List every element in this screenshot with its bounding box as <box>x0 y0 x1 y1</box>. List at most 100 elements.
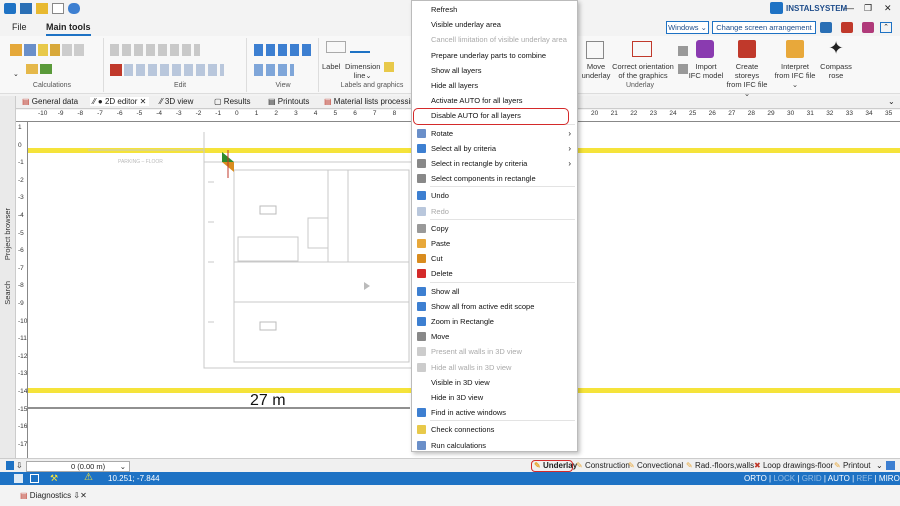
open-folder-icon[interactable] <box>36 3 48 14</box>
level-selector[interactable]: 0 (0.00 m) ⌄ <box>26 461 130 472</box>
collapse-ribbon-button[interactable]: ⌃ <box>880 22 892 33</box>
mode-lock[interactable]: LOCK <box>773 474 795 483</box>
menu-item-select-in-rectangle-by-criteria[interactable]: Select in rectangle by criteria › <box>412 156 577 171</box>
small-underlay-icon[interactable] <box>678 46 688 56</box>
menu-item-run-calculations[interactable]: Run calculations <box>412 438 577 453</box>
layer-tab-rad-floors[interactable]: ✎ Rad.-floors,walls <box>686 461 754 470</box>
import-ifc-button[interactable]: Import IFC model <box>688 62 724 80</box>
layer-tab-convectional[interactable]: ✎ Convectional <box>628 461 683 470</box>
tab-printouts[interactable]: ▤ Printouts <box>268 97 309 106</box>
label-icon[interactable] <box>326 41 346 53</box>
status-icon-2[interactable] <box>30 474 39 483</box>
menu-item-cut[interactable]: Cut <box>412 251 577 266</box>
compass-rose-button[interactable]: Compass rose <box>818 62 854 80</box>
menu-item-find-in-active-windows[interactable]: Find in active windows <box>412 405 577 420</box>
dimension-line-icon[interactable] <box>350 41 370 53</box>
move-underlay-button[interactable]: Move underlay <box>578 62 614 80</box>
tabs-overflow-icon[interactable]: ⌄ <box>888 97 895 106</box>
minimize-button[interactable]: — <box>845 3 854 13</box>
layer-tab-construction[interactable]: ✎ Construction <box>576 461 630 470</box>
menu-item-paste[interactable]: Paste <box>412 236 577 251</box>
layer-tab-printout[interactable]: ✎ Printout <box>834 461 871 470</box>
menu-item-activate-auto-for-all-layers[interactable]: Activate AUTO for all layers <box>412 93 577 108</box>
mode-miro[interactable]: MIRO <box>879 474 900 483</box>
tab-main-tools[interactable]: Main tools <box>46 22 91 36</box>
level-down-icon[interactable]: ⇩ <box>16 461 23 470</box>
level-up-icon[interactable] <box>6 461 14 470</box>
menu-item-prepare-underlay-parts-to-combine[interactable]: Prepare underlay parts to combine <box>412 48 577 63</box>
create-storeys-button[interactable]: Create storeys from IFC file ⌄ <box>724 62 770 98</box>
close-icon[interactable]: ✕ <box>80 491 87 500</box>
windows-dropdown[interactable]: Windows ⌄ <box>666 21 709 34</box>
search-tab[interactable]: Search <box>3 281 12 305</box>
menu-item-check-connections[interactable]: Check connections <box>412 422 577 437</box>
pipe-icon[interactable]: ⚒ <box>50 473 58 484</box>
calc-icon-3[interactable] <box>38 44 48 56</box>
mode-grid[interactable]: GRID <box>802 474 822 483</box>
calc-icon-8[interactable] <box>40 64 52 74</box>
calc-icon-7[interactable] <box>26 64 38 74</box>
mode-orto[interactable]: ORTO <box>744 474 767 483</box>
undo-icon[interactable] <box>68 3 80 14</box>
restore-button[interactable]: ❐ <box>864 3 872 14</box>
close-button[interactable]: ✕ <box>884 3 892 14</box>
layer-tabs-overflow-icon[interactable]: ⌄ <box>876 461 883 470</box>
edit-toolbar-row-1[interactable] <box>110 44 200 56</box>
menu-item-show-all[interactable]: Show all <box>412 284 577 299</box>
tab-2d-editor[interactable]: ⁄⁄ ● 2D editor ✕ <box>90 97 150 106</box>
menu-item-visible-underlay-area[interactable]: Visible underlay area <box>412 17 577 32</box>
tab-general-data[interactable]: ▤ General data <box>22 97 78 106</box>
calc-icon-6[interactable] <box>74 44 84 56</box>
dimension-line-button[interactable]: Dimension line⌄ <box>345 62 380 80</box>
edit-toolbar-row-2[interactable] <box>124 64 224 76</box>
interpret-button[interactable]: Interpret from IFC file ⌄ <box>772 62 818 89</box>
warning-icon[interactable]: ⚠ <box>84 472 93 483</box>
diagnostics-tab[interactable]: ▤ Diagnostics ⇩✕ <box>20 491 87 500</box>
close-tab-icon[interactable]: ✕ <box>140 97 147 106</box>
calc-icon-5[interactable] <box>62 44 72 56</box>
graphics-icon[interactable] <box>384 62 394 72</box>
file-menu[interactable]: File <box>12 22 27 32</box>
layer-settings-icon[interactable] <box>886 461 895 470</box>
mode-ref[interactable]: REF <box>856 474 872 483</box>
view-zoom-icons-2[interactable] <box>254 64 294 76</box>
help-icon[interactable] <box>862 22 874 33</box>
menu-item-refresh[interactable]: Refresh <box>412 2 577 17</box>
mode-auto[interactable]: AUTO <box>828 474 850 483</box>
menu-item-copy[interactable]: Copy <box>412 221 577 236</box>
tools-icon[interactable] <box>841 22 853 33</box>
window-layout-icon[interactable] <box>820 22 832 33</box>
rotate-icon <box>417 128 426 138</box>
menu-item-move[interactable]: Move <box>412 329 577 344</box>
new-file-icon[interactable] <box>52 3 64 14</box>
menu-item-select-components-in-rectangle[interactable]: Select components in rectangle <box>412 171 577 186</box>
save-icon[interactable] <box>20 3 32 14</box>
calc-icon[interactable] <box>10 44 22 56</box>
tab-3d-view[interactable]: ⁄⁄ 3D view <box>160 97 193 106</box>
menu-item-select-all-by-criteria[interactable]: Select all by criteria › <box>412 141 577 156</box>
layer-tab-underlay[interactable]: ✎ Underlay <box>534 461 577 470</box>
menu-item-delete[interactable]: Delete <box>412 266 577 281</box>
screen-arrangement-dropdown[interactable]: Change screen arrangement ⌄ <box>712 21 816 43</box>
edit-delete-icon[interactable] <box>110 64 122 76</box>
menu-item-hide-all-layers[interactable]: Hide all layers <box>412 78 577 93</box>
view-zoom-icons[interactable] <box>254 44 314 56</box>
label-button[interactable]: Label <box>322 62 340 71</box>
menu-item-rotate[interactable]: Rotate › <box>412 126 577 141</box>
tab-material-lists[interactable]: ▤ Material lists processing <box>324 97 419 106</box>
tab-results[interactable]: ▢ Results <box>214 97 250 106</box>
calc-dropdown[interactable]: ⌄ <box>13 70 19 78</box>
menu-item-show-all-layers[interactable]: Show all layers <box>412 63 577 78</box>
menu-item-zoom-in-rectangle[interactable]: Zoom in Rectangle <box>412 314 577 329</box>
calc-icon-2[interactable] <box>24 44 36 56</box>
correct-orientation-button[interactable]: Correct orientation of the graphics <box>610 62 676 80</box>
layer-tab-loop-drawings[interactable]: ✖ Loop drawings-floor <box>754 461 833 470</box>
small-underlay-icon-2[interactable] <box>678 64 688 74</box>
project-browser-tab[interactable]: Project browser <box>3 208 12 260</box>
status-icon-1[interactable] <box>14 474 23 483</box>
menu-item-hide-in-3d-view[interactable]: Hide in 3D view <box>412 390 577 405</box>
menu-item-undo[interactable]: Undo <box>412 188 577 203</box>
calc-icon-4[interactable] <box>50 44 60 56</box>
menu-item-visible-in-3d-view[interactable]: Visible in 3D view <box>412 375 577 390</box>
menu-item-show-all-from-active-edit-scope[interactable]: Show all from active edit scope <box>412 299 577 314</box>
